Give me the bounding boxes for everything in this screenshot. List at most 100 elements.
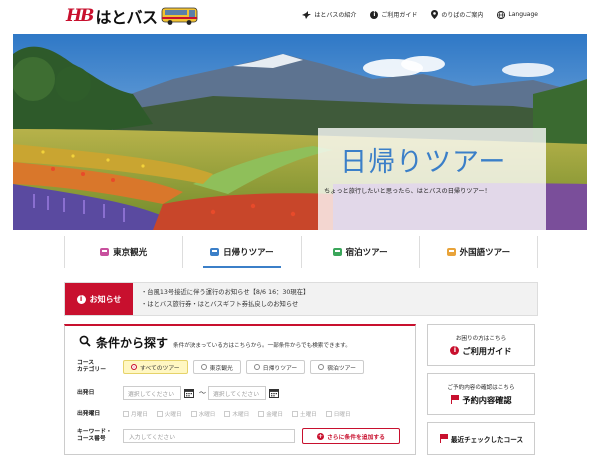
tab-daytrip[interactable]: 日帰りツアー [183, 236, 302, 268]
nav-about[interactable]: はとバスの紹介 [302, 10, 356, 19]
nav-guide[interactable]: i ご利用ガイド [370, 10, 417, 19]
weekday-name: 火曜日 [164, 412, 182, 418]
tab-daytrip-label: 日帰りツアー [223, 248, 274, 258]
notice-item[interactable]: ・はとバス旅行券・はとバスギフト券払戻しのお知らせ [141, 299, 309, 308]
notice-list: ・台風13号接近に伴う運行のお知らせ【8/6 16：30現在】 ・はとバス旅行券… [133, 283, 317, 315]
notice-item[interactable]: ・台風13号接近に伴う運行のお知らせ【8/6 16：30現在】 [141, 287, 309, 296]
add-condition-button[interactable]: + さらに条件を追加する [302, 428, 400, 444]
site-logo[interactable]: HB はとバス [66, 4, 199, 28]
notice-panel: i お知らせ ・台風13号接近に伴う運行のお知らせ【8/6 16：30現在】 ・… [64, 282, 538, 316]
weekday-checkbox[interactable]: 木曜日 [224, 410, 249, 418]
logo-text: はとバス [95, 8, 158, 27]
search-panel: 条件から探す 条件が決まっている方はこちらから。一部条件からでも検索できます。 … [64, 324, 416, 455]
weekday-name: 土曜日 [299, 412, 317, 418]
weekday-name: 木曜日 [232, 412, 250, 418]
nav-language[interactable]: Language [497, 10, 538, 19]
calendar-icon[interactable] [184, 388, 194, 398]
category-option-daytrip[interactable]: 日帰りツアー [245, 360, 306, 374]
radio-icon [318, 364, 325, 370]
category-option-tokyo[interactable]: 東京観光 [192, 360, 241, 374]
date-separator: 〜 [199, 389, 206, 397]
checkbox-icon [258, 411, 265, 417]
weekday-checkbox[interactable]: 水曜日 [190, 410, 215, 418]
date-to-input[interactable]: 選択してください [208, 386, 266, 400]
nav-about-label: はとバスの紹介 [314, 12, 357, 19]
pin-icon [431, 10, 439, 19]
notice-label-text: お知らせ [89, 294, 122, 304]
weekday-checkbox[interactable]: 月曜日 [123, 410, 148, 418]
category-option-label: すべてのツアー [140, 365, 180, 372]
bird-icon [302, 10, 312, 19]
plus-icon: + [317, 432, 324, 440]
checkbox-icon [156, 411, 163, 417]
checkbox-icon [291, 411, 298, 417]
nav-guide-label: ご利用ガイド [381, 12, 418, 19]
bus-icon [100, 248, 110, 256]
tab-foreign-label: 外国語ツアー [459, 248, 511, 258]
bus-icon [210, 248, 220, 256]
date-row: 出発日 選択してください 〜 選択してください [77, 386, 282, 400]
nav-boarding[interactable]: のりばのご案内 [431, 10, 483, 19]
weekday-checkbox[interactable]: 金曜日 [258, 410, 283, 418]
category-option-overnight[interactable]: 宿泊ツアー [310, 360, 364, 374]
tab-foreign[interactable]: 外国語ツアー [420, 236, 538, 268]
hero-subtitle: ちょっと旅行したいと思ったら、はとバスの日帰りツアー！ [324, 188, 491, 195]
keyword-label-line1: キーワード・ [77, 429, 112, 435]
category-option-label: 東京観光 [209, 365, 233, 372]
recent-courses-box[interactable]: 最近チェックしたコース [427, 422, 535, 455]
weekday-checkbox[interactable]: 火曜日 [156, 410, 182, 418]
keyword-label-line2: コース番号 [77, 436, 106, 442]
site-header: HB はとバス はとバスの紹介 i ご利用ガイド のりばのご案内 Languag… [0, 0, 600, 34]
info-icon: i [76, 294, 86, 304]
recent-courses-title: 最近チェックしたコース [439, 434, 523, 444]
checkbox-icon [190, 411, 197, 417]
weekday-checkbox[interactable]: 土曜日 [291, 410, 317, 418]
tab-overnight-label: 宿泊ツアー [345, 248, 388, 258]
category-option-label: 日帰りツアー [262, 365, 298, 372]
weekday-checkbox[interactable]: 日曜日 [325, 410, 351, 418]
nav-boarding-label: のりばのご案内 [441, 12, 484, 19]
reservation-box-caption: ご予約内容の確認はこちら [447, 384, 515, 391]
notice-label: i お知らせ [65, 283, 133, 315]
info-icon: i [450, 346, 460, 355]
guide-box[interactable]: お困りの方はこちら i ご利用ガイド [427, 324, 535, 366]
search-icon [79, 335, 91, 347]
hero-title: 日帰りツアー [340, 147, 507, 178]
keyword-row: キーワード・ コース番号 入力してください + さらに条件を追加する [77, 428, 400, 444]
keyword-input[interactable]: 入力してください [123, 429, 295, 443]
category-option-label: 宿泊ツアー [327, 365, 356, 372]
weekday-name: 日曜日 [333, 412, 351, 418]
search-title: 条件から探す [96, 336, 169, 350]
radio-icon [131, 364, 137, 370]
category-option-all[interactable]: すべてのツアー [123, 360, 188, 374]
reservation-box[interactable]: ご予約内容の確認はこちら 予約内容確認 [427, 373, 535, 415]
top-nav: はとバスの紹介 i ご利用ガイド のりばのご案内 Language [302, 10, 538, 19]
reservation-box-label: 予約内容確認 [462, 394, 512, 405]
date-label: 出発日 [77, 389, 95, 396]
guide-box-caption: お困りの方はこちら [455, 335, 507, 342]
radio-icon [253, 364, 260, 370]
date-from-input[interactable]: 選択してください [123, 386, 181, 400]
radio-icon [200, 364, 207, 370]
recent-courses-label: 最近チェックしたコース [450, 435, 524, 444]
logo-mark: HB [66, 6, 94, 26]
reservation-box-title: 予約内容確認 [450, 394, 512, 406]
globe-icon [497, 10, 506, 19]
flag-icon [450, 395, 460, 404]
tab-overnight[interactable]: 宿泊ツアー [302, 236, 420, 268]
tab-tokyo-label: 東京観光 [113, 248, 148, 258]
hero-caption: 日帰りツアー ちょっと旅行したいと思ったら、はとバスの日帰りツアー！ [318, 128, 546, 230]
guide-box-title: i ご利用ガイド [450, 345, 512, 357]
tab-tokyo[interactable]: 東京観光 [64, 236, 184, 268]
info-icon: i [370, 10, 379, 19]
category-label: コース カテゴリー [77, 360, 123, 374]
flag-icon [439, 434, 448, 443]
search-description: 条件が決まっている方はこちらから。一部条件からでも検索できます。 [173, 343, 351, 349]
weekday-name: 金曜日 [266, 412, 283, 418]
calendar-icon[interactable] [269, 388, 279, 398]
bus-icon [446, 248, 456, 256]
category-row: コース カテゴリー すべてのツアー 東京観光 日帰りツアー 宿泊ツアー [77, 360, 369, 374]
add-condition-label: さらに条件を追加する [327, 434, 385, 441]
weekday-label: 出発曜日 [77, 410, 101, 417]
category-tabs: 東京観光 日帰りツアー 宿泊ツアー 外国語ツアー [64, 236, 538, 268]
